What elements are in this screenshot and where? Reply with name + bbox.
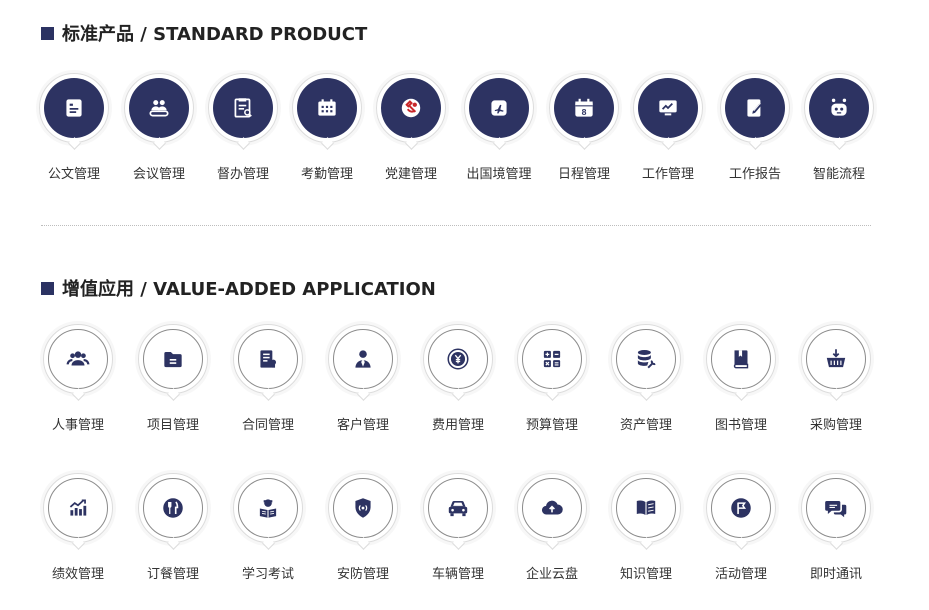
- product-item-label: 智能流程: [812, 167, 865, 182]
- product-item-label: 党建管理: [384, 167, 437, 182]
- app-item-label: 项目管理: [146, 418, 199, 433]
- performance-chart-icon: [65, 495, 91, 521]
- app-item-label: 采购管理: [809, 418, 862, 433]
- app-item-activity[interactable]: 活动管理: [698, 473, 784, 593]
- app-item-contract[interactable]: 合同管理: [225, 324, 311, 444]
- shield-icon: [350, 495, 376, 521]
- product-item-label: 考勤管理: [300, 167, 353, 182]
- product-item-document[interactable]: 公文管理: [31, 73, 117, 193]
- standard-title-text: 标准产品 / STANDARD PRODUCT: [62, 24, 368, 45]
- app-item-library[interactable]: 图书管理: [698, 324, 784, 444]
- title-square-marker: [41, 281, 54, 295]
- supervise-icon: [230, 95, 256, 121]
- app-item-expense[interactable]: 费用管理: [415, 324, 501, 444]
- product-item-schedule[interactable]: 8 日程管理: [541, 73, 627, 193]
- calculator-icon: [539, 346, 565, 372]
- title-square-marker: [41, 26, 54, 40]
- product-item-party[interactable]: 党建管理: [368, 73, 454, 193]
- product-item-supervise[interactable]: 督办管理: [200, 73, 286, 193]
- product-item-work[interactable]: 工作管理: [625, 73, 711, 193]
- database-wrench-icon: [633, 346, 659, 372]
- yen-coin-icon: [445, 346, 471, 372]
- app-item-label: 费用管理: [431, 418, 484, 433]
- app-item-label: 企业云盘: [525, 567, 578, 582]
- app-item-vehicle[interactable]: 车辆管理: [415, 473, 501, 593]
- product-item-travel[interactable]: 出国境管理: [456, 73, 542, 193]
- standard-section-title: 标准产品 / STANDARD PRODUCT: [41, 20, 367, 46]
- app-item-security[interactable]: 安防管理: [320, 473, 406, 593]
- document-icon: [61, 95, 87, 121]
- app-item-label: 绩效管理: [51, 567, 104, 582]
- open-book-icon: [633, 495, 659, 521]
- cloud-upload-icon: [539, 495, 565, 521]
- app-item-label: 人事管理: [51, 418, 104, 433]
- product-item-label: 工作报告: [728, 167, 781, 182]
- app-item-label: 知识管理: [619, 567, 672, 582]
- value-added-title-text: 增值应用 / VALUE-ADDED APPLICATION: [62, 279, 436, 300]
- chart-monitor-icon: [655, 95, 681, 121]
- app-item-project[interactable]: 项目管理: [130, 324, 216, 444]
- app-item-meal[interactable]: 订餐管理: [130, 473, 216, 593]
- chat-icon: [823, 495, 849, 521]
- airplane-icon: [486, 95, 512, 121]
- folder-icon: [160, 346, 186, 372]
- product-item-label: 督办管理: [216, 167, 269, 182]
- robot-icon: [826, 95, 852, 121]
- svg-text:8: 8: [582, 107, 587, 117]
- meeting-icon: [146, 95, 172, 121]
- report-edit-icon: [742, 95, 768, 121]
- book-icon: [728, 346, 754, 372]
- attendance-icon: [314, 95, 340, 121]
- app-item-label: 图书管理: [714, 418, 767, 433]
- fork-knife-icon: [160, 495, 186, 521]
- app-item-study[interactable]: 学习考试: [225, 473, 311, 593]
- app-item-cloud-drive[interactable]: 企业云盘: [509, 473, 595, 593]
- app-item-knowledge[interactable]: 知识管理: [603, 473, 689, 593]
- app-item-label: 车辆管理: [431, 567, 484, 582]
- customer-icon: [350, 346, 376, 372]
- calendar-icon: 8: [571, 95, 597, 121]
- app-item-label: 安防管理: [336, 567, 389, 582]
- product-item-label: 公文管理: [47, 167, 100, 182]
- product-item-report[interactable]: 工作报告: [712, 73, 798, 193]
- value-added-section-title: 增值应用 / VALUE-ADDED APPLICATION: [41, 275, 436, 301]
- car-icon: [445, 495, 471, 521]
- product-item-label: 日程管理: [557, 167, 610, 182]
- product-item-meeting[interactable]: 会议管理: [116, 73, 202, 193]
- product-item-label: 工作管理: [641, 167, 694, 182]
- app-item-purchase[interactable]: 采购管理: [793, 324, 879, 444]
- people-icon: [65, 346, 91, 372]
- app-item-performance[interactable]: 绩效管理: [35, 473, 121, 593]
- section-divider: [41, 225, 871, 226]
- product-item-label: 会议管理: [132, 167, 185, 182]
- app-item-chat[interactable]: 即时通讯: [793, 473, 879, 593]
- app-item-hr[interactable]: 人事管理: [35, 324, 121, 444]
- party-emblem-icon: [398, 95, 424, 121]
- app-item-label: 资产管理: [619, 418, 672, 433]
- app-item-label: 活动管理: [714, 567, 767, 582]
- app-item-label: 订餐管理: [146, 567, 199, 582]
- product-item-attendance[interactable]: 考勤管理: [284, 73, 370, 193]
- study-icon: [255, 495, 281, 521]
- basket-icon: [823, 346, 849, 372]
- app-item-label: 学习考试: [241, 567, 294, 582]
- app-item-label: 合同管理: [241, 418, 294, 433]
- product-item-label: 出国境管理: [466, 167, 532, 182]
- contract-icon: [255, 346, 281, 372]
- app-item-label: 客户管理: [336, 418, 389, 433]
- app-item-customer[interactable]: 客户管理: [320, 324, 406, 444]
- app-item-budget[interactable]: 预算管理: [509, 324, 595, 444]
- product-item-workflow[interactable]: 智能流程: [796, 73, 882, 193]
- flag-icon: [728, 495, 754, 521]
- app-item-label: 即时通讯: [809, 567, 862, 582]
- app-item-label: 预算管理: [525, 418, 578, 433]
- app-item-asset[interactable]: 资产管理: [603, 324, 689, 444]
